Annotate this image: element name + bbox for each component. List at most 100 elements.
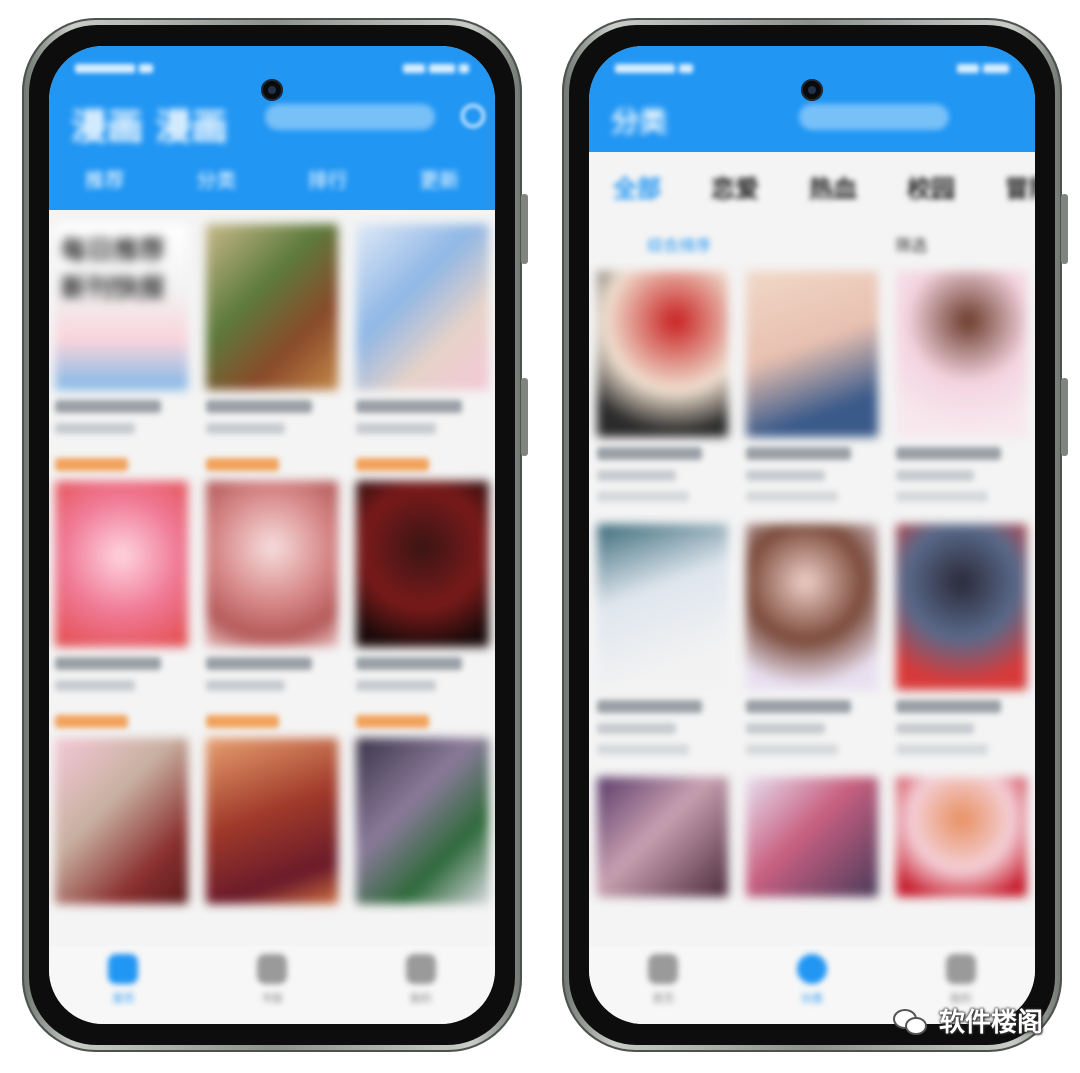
tab-category[interactable]: 分类 <box>196 164 236 193</box>
comic-meta <box>597 470 676 481</box>
banner-text: 每日推荐 新刊快报 <box>61 236 166 304</box>
comic-card[interactable] <box>597 524 729 755</box>
update-tag <box>356 458 430 471</box>
comic-card[interactable] <box>895 271 1027 502</box>
comic-grid <box>597 271 1027 897</box>
comic-card[interactable] <box>55 715 188 904</box>
volume-button <box>521 194 528 264</box>
tab-recommend[interactable]: 推荐 <box>85 164 125 193</box>
comic-meta <box>895 470 975 481</box>
comic-card[interactable] <box>895 524 1027 755</box>
comic-meta <box>746 491 839 502</box>
update-tag <box>55 715 128 728</box>
sort-selector[interactable]: 综合排序 <box>647 232 711 256</box>
front-camera-icon <box>261 79 283 101</box>
tab-update[interactable]: 更新 <box>419 164 459 193</box>
comic-card[interactable]: 每日推荐 新刊快报 <box>55 224 188 434</box>
comic-meta <box>895 491 988 502</box>
category-tabs: 全部 恋爱 热血 校园 冒险 <box>589 169 1035 204</box>
comic-title <box>205 400 312 413</box>
comic-meta <box>746 744 839 755</box>
phone-bezel: 分类 全部 恋爱 热血 校园 冒险 综合排序 筛选 <box>569 25 1055 1045</box>
comic-title <box>597 700 703 713</box>
comic-meta <box>895 744 988 755</box>
comic-card[interactable] <box>356 458 489 691</box>
comic-cover <box>895 271 1027 437</box>
nav-label: 我的 <box>409 992 432 1005</box>
comic-card[interactable] <box>205 715 339 904</box>
comic-meta <box>597 723 676 734</box>
comic-meta <box>597 491 689 502</box>
category-icon <box>796 954 827 984</box>
comic-grid: 每日推荐 新刊快报 <box>55 224 489 904</box>
comic-cover <box>746 524 878 690</box>
filter-button[interactable]: 筛选 <box>895 232 927 256</box>
left-phone-frame: 漫画 漫画 推荐 分类 排行 更新 每日推荐 新刊快报 首页 书架 我的 <box>22 18 528 1052</box>
comic-card[interactable] <box>356 715 489 904</box>
comic-cover <box>356 481 489 647</box>
right-phone-frame: 分类 全部 恋爱 热血 校园 冒险 综合排序 筛选 <box>562 18 1068 1052</box>
comic-card[interactable] <box>746 271 878 502</box>
app-header: 漫画 漫画 推荐 分类 排行 更新 <box>49 46 495 210</box>
comic-meta <box>746 470 826 481</box>
comic-title <box>55 657 162 670</box>
front-camera-icon <box>801 79 823 101</box>
tab-school[interactable]: 校园 <box>907 169 955 204</box>
tab-all[interactable]: 全部 <box>613 169 661 204</box>
comic-cover <box>597 524 729 690</box>
app-title: 分类 <box>611 105 668 138</box>
comic-cover <box>55 481 188 647</box>
comic-card[interactable] <box>895 777 1027 897</box>
comic-card[interactable] <box>746 524 878 755</box>
nav-label: 书架 <box>260 992 283 1005</box>
home-icon <box>108 954 139 984</box>
nav-home[interactable]: 首页 <box>108 954 139 1006</box>
comic-card[interactable] <box>55 458 188 691</box>
tab-romance[interactable]: 恋爱 <box>711 169 759 204</box>
tab-action[interactable]: 热血 <box>809 169 857 204</box>
tab-adventure[interactable]: 冒险 <box>1005 169 1035 204</box>
search-input[interactable] <box>265 104 435 130</box>
search-icon[interactable] <box>461 104 485 128</box>
comic-card[interactable] <box>597 777 729 897</box>
comic-title <box>895 700 1001 713</box>
nav-profile[interactable]: 我的 <box>405 954 436 1006</box>
comic-title <box>746 700 852 713</box>
comic-cover <box>597 777 729 897</box>
comic-cover <box>55 738 188 904</box>
nav-profile[interactable]: 我的 <box>945 954 976 1006</box>
comic-card[interactable] <box>205 458 339 691</box>
volume-button <box>1061 194 1068 264</box>
tab-ranking[interactable]: 排行 <box>308 164 348 193</box>
phone-bezel: 漫画 漫画 推荐 分类 排行 更新 每日推荐 新刊快报 首页 书架 我的 <box>29 25 515 1045</box>
comic-cover <box>895 777 1027 897</box>
search-input[interactable] <box>799 104 949 130</box>
banner-cover: 每日推荐 新刊快报 <box>55 224 188 390</box>
nav-category[interactable]: 分类 <box>796 954 827 1006</box>
nav-label: 首页 <box>652 992 675 1005</box>
update-tag <box>356 715 430 728</box>
nav-home[interactable]: 首页 <box>648 954 679 1006</box>
bottom-nav: 首页 书架 我的 <box>49 946 495 1024</box>
comic-cover <box>356 224 489 390</box>
top-tabs: 推荐 分类 排行 更新 <box>49 164 495 193</box>
power-button <box>1061 378 1068 456</box>
update-tag <box>205 458 279 471</box>
comic-meta <box>356 680 436 691</box>
comic-meta <box>205 680 286 691</box>
comic-card[interactable] <box>205 224 339 434</box>
watermark: 软件楼阁 <box>893 1002 1043 1039</box>
comic-card[interactable] <box>746 777 878 897</box>
comic-cover <box>746 271 878 437</box>
comic-meta <box>205 423 286 434</box>
nav-bookshelf[interactable]: 书架 <box>256 954 287 1006</box>
comic-meta <box>55 423 135 434</box>
home-icon <box>648 954 679 984</box>
user-icon <box>945 954 976 984</box>
comic-cover <box>895 524 1027 690</box>
comic-cover <box>597 271 729 437</box>
app-title: 漫画 漫画 <box>71 107 228 148</box>
comic-card[interactable] <box>356 224 489 434</box>
power-button <box>521 378 528 456</box>
comic-card[interactable] <box>597 271 729 502</box>
